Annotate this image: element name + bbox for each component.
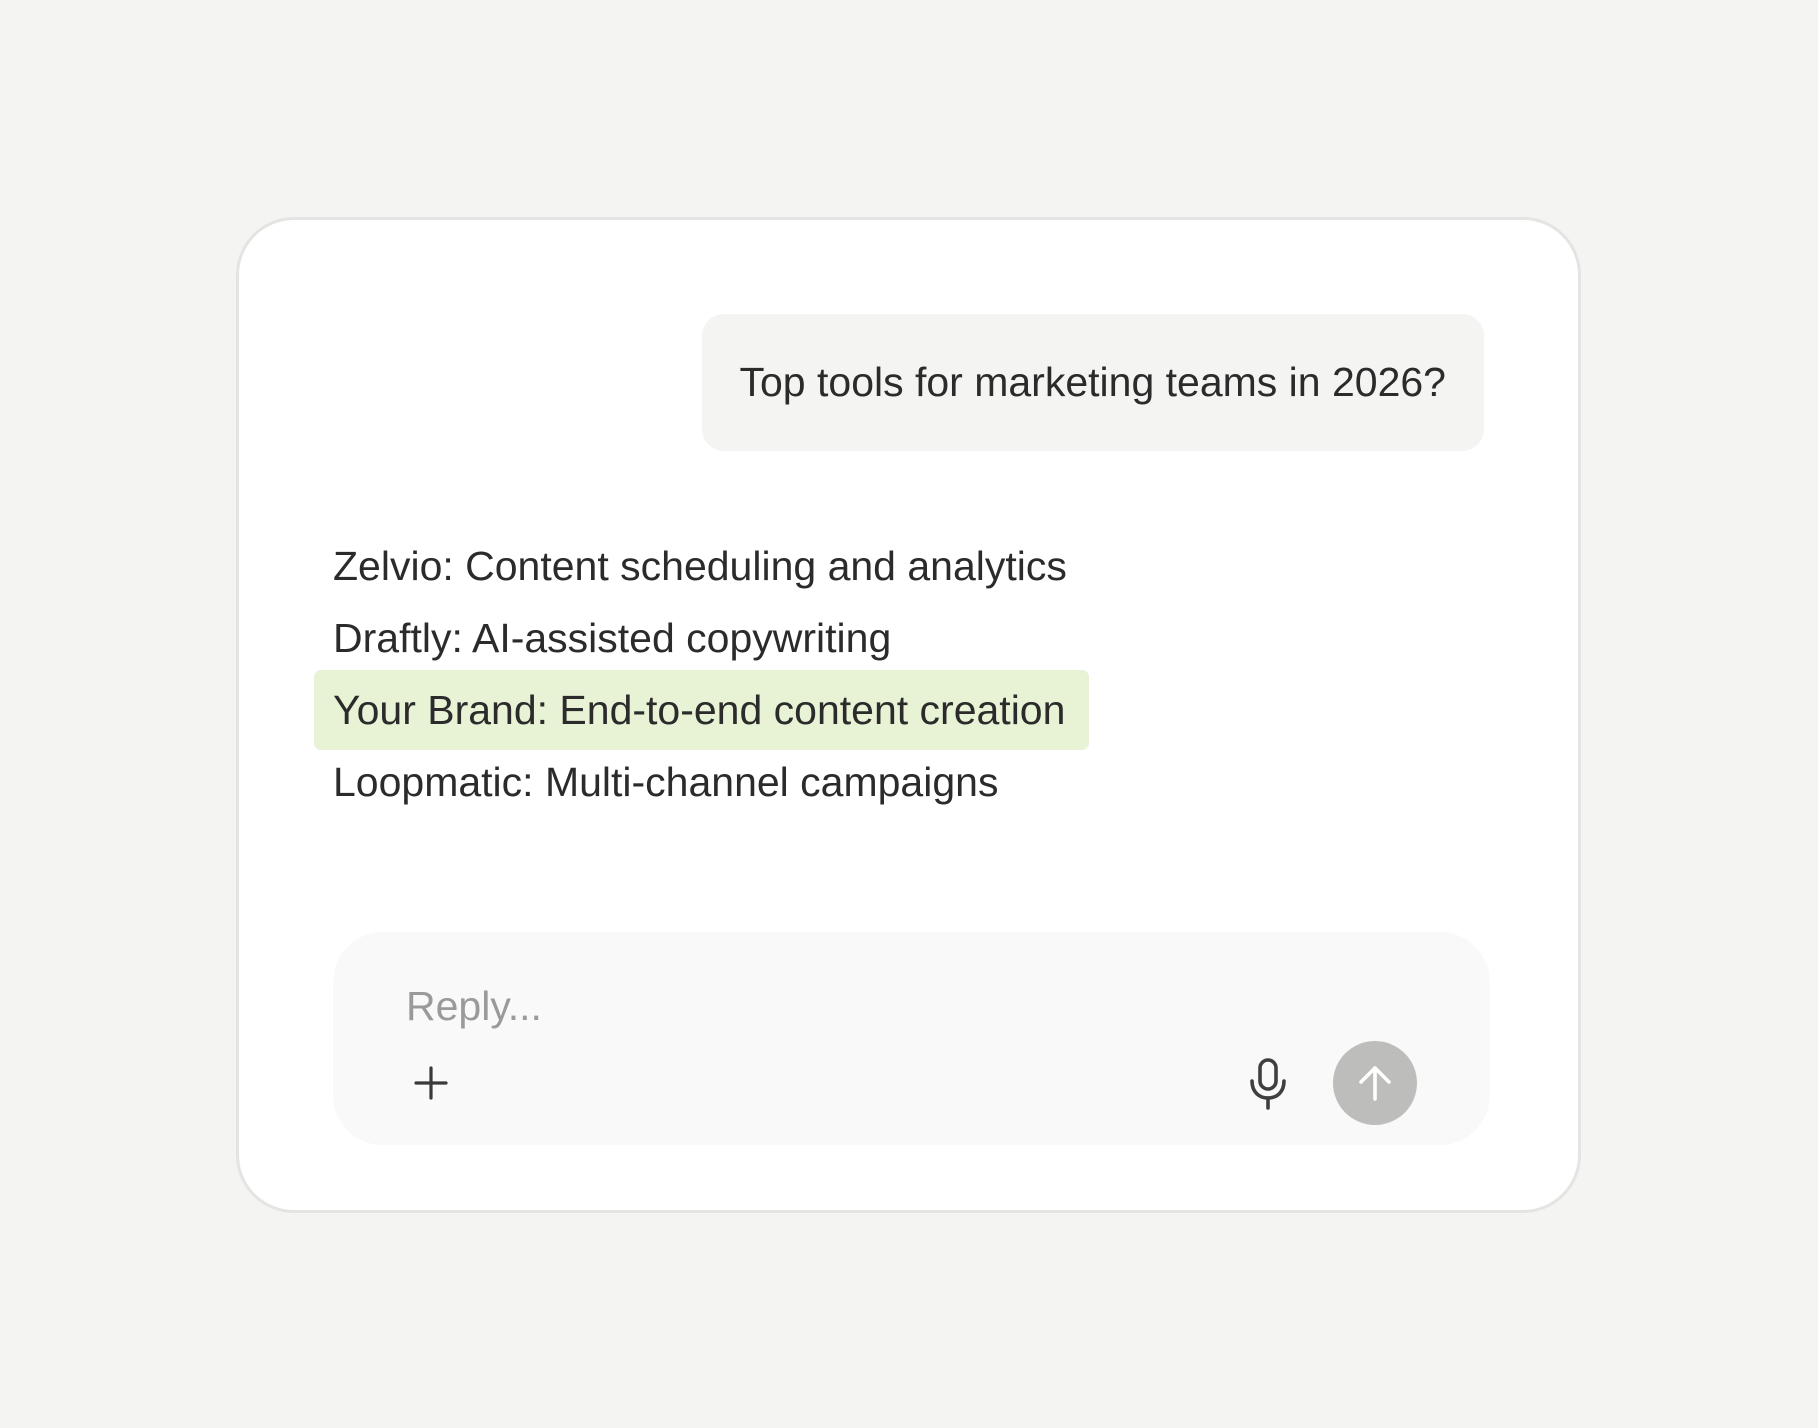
send-button[interactable] — [1333, 1041, 1417, 1125]
user-message-bubble: Top tools for marketing teams in 2026? — [701, 314, 1484, 451]
user-message-text: Top tools for marketing teams in 2026? — [739, 359, 1447, 405]
add-attachment-button[interactable] — [403, 1055, 459, 1111]
response-item: Loopmatic: Multi-channel campaigns — [333, 746, 1089, 818]
assistant-response-list: Zelvio: Content scheduling and analytics… — [314, 530, 1090, 818]
response-item-draftly: Draftly: AI-assisted copywriting — [333, 615, 892, 661]
chat-window: Top tools for marketing teams in 2026? Z… — [236, 217, 1581, 1213]
response-item: Draftly: AI-assisted copywriting — [333, 602, 1089, 674]
reply-composer — [333, 932, 1490, 1145]
response-item-your-brand-highlighted: Your Brand: End-to-end content creation — [314, 670, 1090, 750]
response-item: Zelvio: Content scheduling and analytics — [333, 530, 1089, 602]
reply-input[interactable] — [406, 976, 1206, 1036]
arrow-up-icon — [1355, 1063, 1395, 1103]
response-item-loopmatic: Loopmatic: Multi-channel campaigns — [333, 759, 999, 805]
response-item: Your Brand: End-to-end content creation — [314, 670, 1090, 750]
microphone-icon — [1246, 1057, 1290, 1111]
plus-icon — [413, 1065, 449, 1101]
voice-input-button[interactable] — [1240, 1054, 1296, 1114]
response-item-zelvio: Zelvio: Content scheduling and analytics — [333, 543, 1067, 589]
